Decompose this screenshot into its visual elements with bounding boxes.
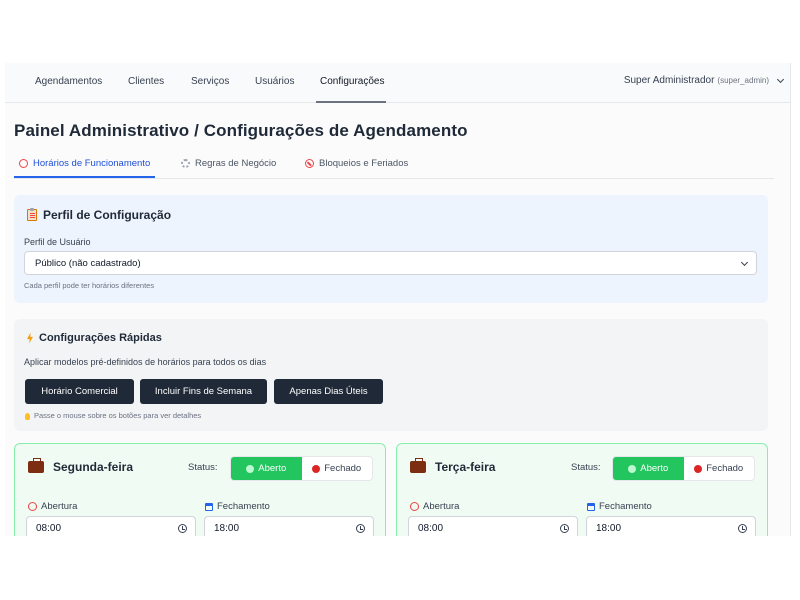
opening-label-text: Abertura — [423, 501, 460, 512]
profile-field-label: Perfil de Usuário — [24, 237, 91, 247]
tab-regras[interactable]: Regras de Negócio — [181, 158, 276, 169]
profile-card-title: Perfil de Configuração — [27, 208, 171, 222]
status-open-button[interactable]: Aberto — [231, 457, 302, 480]
status-label: Status: — [188, 462, 218, 473]
profile-select[interactable]: Público (não cadastrado) — [24, 251, 757, 275]
open-dot-icon — [246, 464, 255, 473]
open-label: Aberto — [258, 463, 287, 474]
nav-usuarios[interactable]: Usuários — [255, 76, 294, 87]
opening-label: Abertura — [28, 501, 77, 512]
closed-label: Fechado — [706, 463, 744, 474]
gear-icon — [181, 159, 190, 168]
alarm-clock-icon — [28, 502, 37, 511]
clock-icon[interactable] — [560, 524, 569, 533]
incluir-fins-de-semana-button[interactable]: Incluir Fins de Semana — [140, 379, 267, 404]
page-title: Painel Administrativo / Configurações de… — [14, 121, 468, 140]
closed-label: Fechado — [324, 463, 362, 474]
quick-description: Aplicar modelos pré-definidos de horário… — [24, 357, 267, 367]
day-title: Terça-feira — [410, 458, 496, 474]
user-name: Super Administrador — [623, 75, 715, 86]
quick-config-title: Configurações Rápidas — [27, 332, 162, 344]
open-dot-icon — [628, 464, 637, 473]
clipboard-icon — [27, 208, 37, 221]
nav-agendamentos[interactable]: Agendamentos — [35, 76, 102, 87]
day-card-segunda: Segunda-feira Status: Aberto Fechado Abe… — [14, 443, 386, 536]
opening-label: Abertura — [410, 501, 459, 512]
tab-horarios[interactable]: Horários de Funcionamento — [19, 158, 150, 169]
status-closed-button[interactable]: Fechado — [684, 457, 755, 480]
tab-bloqueios[interactable]: Bloqueios e Feriados — [305, 158, 408, 169]
briefcase-icon — [28, 458, 44, 473]
tab-label: Bloqueios e Feriados — [319, 158, 409, 169]
tab-label: Regras de Negócio — [195, 158, 277, 169]
quick-hint-text: Passe o mouse sobre os botões para ver d… — [34, 411, 202, 420]
nav-clientes[interactable]: Clientes — [128, 76, 164, 87]
status-closed-button[interactable]: Fechado — [302, 457, 373, 480]
profile-hint: Cada perfil pode ter horários diferentes — [24, 281, 155, 290]
chevron-down-icon — [776, 75, 785, 83]
user-menu[interactable]: Super Administrador (super_admin) — [623, 75, 785, 86]
day-name: Terça-feira — [435, 460, 496, 474]
status-open-button[interactable]: Aberto — [613, 457, 684, 480]
quick-title-text: Configurações Rápidas — [39, 332, 162, 344]
apenas-dias-uteis-button[interactable]: Apenas Dias Úteis — [274, 379, 383, 404]
clock-icon[interactable] — [178, 524, 187, 533]
closed-dot-icon — [694, 464, 703, 473]
opening-time-value: 08:00 — [418, 523, 444, 534]
lightning-icon — [27, 332, 33, 344]
briefcase-icon — [410, 458, 426, 473]
closing-time-value: 18:00 — [596, 523, 622, 534]
closing-label: Fechamento — [587, 501, 652, 512]
horario-comercial-button[interactable]: Horário Comercial — [25, 379, 134, 404]
alarm-clock-icon — [410, 502, 419, 511]
opening-time-value: 08:00 — [36, 523, 62, 534]
closing-label-text: Fechamento — [217, 501, 270, 512]
profile-title-text: Perfil de Configuração — [43, 208, 172, 222]
user-role: (super_admin) — [717, 76, 769, 85]
profile-card: Perfil de Configuração Perfil de Usuário… — [14, 195, 768, 303]
day-card-terca: Terça-feira Status: Aberto Fechado Abert… — [396, 443, 768, 536]
calendar-icon — [587, 502, 595, 511]
quick-hint: Passe o mouse sobre os botões para ver d… — [25, 411, 201, 420]
chevron-down-icon — [740, 258, 749, 267]
status-toggle: Aberto Fechado — [230, 456, 373, 481]
tab-active-indicator — [14, 176, 155, 178]
closing-label: Fechamento — [205, 501, 270, 512]
clock-icon[interactable] — [738, 524, 747, 533]
calendar-icon — [205, 502, 213, 511]
closing-label-text: Fechamento — [599, 501, 652, 512]
open-label: Aberto — [640, 463, 669, 474]
lightbulb-icon — [25, 412, 30, 420]
settings-tabs: Horários de Funcionamento Regras de Negó… — [14, 155, 774, 179]
opening-time-input[interactable]: 08:00 — [26, 516, 196, 536]
status-label: Status: — [571, 462, 601, 473]
app-frame: Agendamentos Clientes Serviços Usuários … — [5, 63, 791, 536]
status-toggle: Aberto Fechado — [612, 456, 755, 481]
tab-label: Horários de Funcionamento — [33, 158, 151, 169]
closed-dot-icon — [312, 464, 321, 473]
profile-select-value: Público (não cadastrado) — [35, 258, 141, 269]
day-name: Segunda-feira — [53, 460, 134, 474]
clock-icon[interactable] — [356, 524, 365, 533]
alarm-clock-icon — [19, 159, 28, 168]
day-title: Segunda-feira — [28, 458, 134, 474]
opening-time-input[interactable]: 08:00 — [408, 516, 578, 536]
nav-configuracoes[interactable]: Configurações — [320, 76, 384, 87]
nav-active-indicator — [316, 101, 386, 103]
nav-servicos[interactable]: Serviços — [191, 76, 229, 87]
closing-time-input[interactable]: 18:00 — [586, 516, 756, 536]
closing-time-value: 18:00 — [214, 523, 240, 534]
closing-time-input[interactable]: 18:00 — [204, 516, 374, 536]
quick-config-card: Configurações Rápidas Aplicar modelos pr… — [14, 319, 768, 431]
opening-label-text: Abertura — [41, 501, 78, 512]
top-nav: Agendamentos Clientes Serviços Usuários … — [5, 63, 790, 103]
prohibited-icon — [305, 159, 314, 168]
